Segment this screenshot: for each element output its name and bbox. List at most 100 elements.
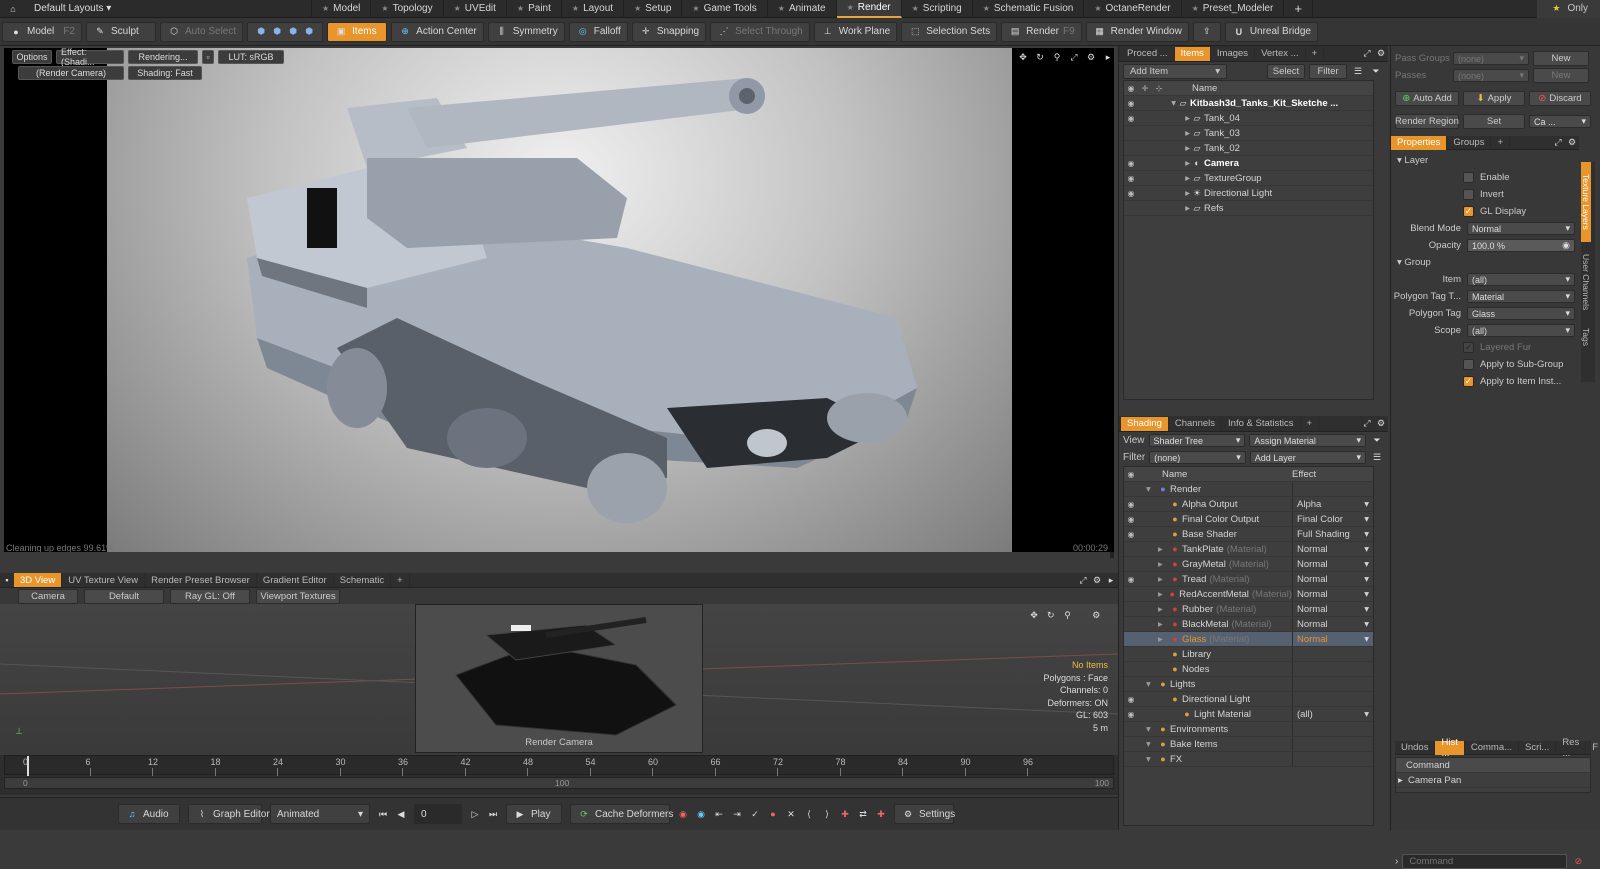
tab-items[interactable]: Items: [1174, 46, 1211, 61]
visibility-eye-icon[interactable]: ◉: [1124, 174, 1138, 183]
discard-button[interactable]: ⊘ Discard: [1529, 91, 1591, 106]
enable-checkbox[interactable]: [1463, 172, 1474, 183]
expand-icon[interactable]: ▸: [1158, 604, 1168, 615]
viewport-textures-button[interactable]: Viewport Textures: [256, 588, 340, 604]
command-stop-icon[interactable]: ⊘: [1571, 855, 1585, 869]
item-row-tank-02[interactable]: ▸ ▱ Tank_02: [1124, 141, 1373, 156]
effect-cell[interactable]: Normal ▾: [1292, 602, 1373, 616]
layered-fur-checkbox[interactable]: ✓: [1463, 342, 1474, 353]
side-tab-user-channels[interactable]: User Channels: [1581, 242, 1591, 322]
shader-row-redaccentmetal[interactable]: ▸ ● RedAccentMetal (Material) Normal ▾: [1124, 587, 1373, 602]
item-row-camera[interactable]: ◉ ▸ ◐ Camera: [1124, 156, 1373, 171]
expand-icon[interactable]: ▸: [1158, 574, 1168, 585]
visibility-eye-icon[interactable]: ◉: [1124, 189, 1138, 198]
apply-subgroup-checkbox[interactable]: [1463, 359, 1474, 370]
items-add-tab[interactable]: +: [1306, 46, 1325, 61]
passes-dropdown[interactable]: (none) ▾: [1453, 69, 1529, 82]
visibility-eye-icon[interactable]: ◉: [1124, 500, 1138, 509]
visibility-eye-icon[interactable]: ◉: [1124, 695, 1138, 704]
shading-gear-icon[interactable]: ⚙: [1374, 417, 1388, 431]
auto-add-button[interactable]: ⊕ Auto Add: [1395, 91, 1459, 106]
shading-maximize-icon[interactable]: ⤢: [1360, 417, 1374, 431]
work-plane-button[interactable]: ⊥ Work Plane: [813, 21, 898, 42]
render-region-set-button[interactable]: Set: [1463, 114, 1525, 129]
shading-funnel-icon[interactable]: ⏷: [1370, 434, 1384, 448]
shader-row-fx[interactable]: ▾ ● FX: [1124, 752, 1373, 767]
tab-3d-view[interactable]: 3D View: [14, 573, 63, 587]
shader-row-blackmetal[interactable]: ▸ ● BlackMetal (Material) Normal ▾: [1124, 617, 1373, 632]
tab-proced[interactable]: Proced ...: [1121, 46, 1175, 61]
camera-dropdown[interactable]: Ca ... ▾: [1529, 115, 1591, 128]
layout-dropdown[interactable]: Default Layouts ▾: [34, 3, 111, 14]
add-item-dropdown[interactable]: Add Item ▾: [1123, 63, 1227, 79]
expand-icon[interactable]: ▾: [1146, 724, 1156, 735]
render-extra-button[interactable]: ⇪: [1192, 21, 1221, 42]
shader-row-rubber[interactable]: ▸ ● Rubber (Material) Normal ▾: [1124, 602, 1373, 617]
add-tab-button[interactable]: +: [1284, 0, 1313, 18]
effect-cell[interactable]: Normal ▾: [1292, 557, 1373, 571]
home-icon[interactable]: ⌂: [6, 2, 20, 16]
settings-button[interactable]: ⚙ Settings: [894, 804, 955, 824]
workspace-tab-model[interactable]: ★ Model: [312, 0, 372, 18]
shading-options-icon[interactable]: ☰: [1370, 451, 1384, 465]
key-add-icon[interactable]: ✚: [838, 807, 852, 821]
shader-row-light-material[interactable]: ◉ ● Light Material (all) ▾: [1124, 707, 1373, 722]
key-red-icon[interactable]: ◉: [676, 807, 690, 821]
side-tab-texture-layers[interactable]: Texture Layers: [1581, 162, 1591, 242]
vertex-mode-icon[interactable]: ⬢: [254, 25, 268, 39]
visibility-eye-icon[interactable]: ◉: [1124, 710, 1138, 719]
opacity-link-icon[interactable]: ◉: [1562, 240, 1570, 251]
viewport-shading-dropdown[interactable]: Shading: Fast: [128, 66, 202, 80]
visibility-eye-icon[interactable]: ◉: [1124, 114, 1138, 123]
shader-row-tread[interactable]: ◉ ▸ ● Tread (Material) Normal ▾: [1124, 572, 1373, 587]
graph-editor-button[interactable]: ⌇ Graph Editor: [188, 804, 270, 824]
tab-schematic[interactable]: Schematic: [334, 573, 392, 587]
raygl-button[interactable]: Ray GL: Off: [170, 588, 250, 604]
viewport-effect-dropdown[interactable]: Effect: (Shadi...: [56, 47, 124, 67]
panel-menu-icon[interactable]: ▪: [0, 573, 14, 587]
record-icon[interactable]: ●: [766, 807, 780, 821]
expand-icon[interactable]: ▾: [1146, 739, 1156, 750]
lower-maximize-icon[interactable]: ⤢: [1076, 573, 1090, 587]
viewport-rendering-dropdown[interactable]: Rendering...: [128, 50, 198, 64]
expand-icon[interactable]: ▾: [1146, 754, 1156, 765]
lower-gear-icon[interactable]: ⚙: [1090, 573, 1104, 587]
effect-cell[interactable]: Normal ▾: [1292, 542, 1373, 556]
item-row-directional-light[interactable]: ◉ ▸ ☀ Directional Light: [1124, 186, 1373, 201]
opacity-field[interactable]: 100.0 % ◉: [1467, 239, 1575, 252]
scope-dropdown[interactable]: (all) ▾: [1467, 324, 1575, 337]
apply-item-checkbox[interactable]: ✓: [1463, 376, 1474, 387]
pass-groups-dropdown[interactable]: (none) ▾: [1453, 52, 1529, 65]
shader-row-alpha-output[interactable]: ◉ ● Alpha Output Alpha ▾: [1124, 497, 1373, 512]
tab-gradient-editor[interactable]: Gradient Editor: [257, 573, 334, 587]
history-tab-scri[interactable]: Scri...: [1519, 740, 1557, 755]
shader-row-render[interactable]: ▾ ● Render: [1124, 482, 1373, 497]
funnel-icon[interactable]: ⏷: [1369, 64, 1383, 78]
history-row-camera-pan[interactable]: ▸ Camera Pan: [1396, 773, 1590, 788]
lower-rotate-icon[interactable]: ↻: [1044, 608, 1058, 622]
item-row-refs[interactable]: ▸ ▱ Refs: [1124, 201, 1373, 216]
key-blue-icon[interactable]: ◉: [694, 807, 708, 821]
tab-groups[interactable]: Groups: [1447, 135, 1492, 150]
play-button[interactable]: ▶ Play: [506, 804, 562, 824]
shader-row-base-shader[interactable]: ◉ ● Base Shader Full Shading ▾: [1124, 527, 1373, 542]
timeline-ruler[interactable]: 0 6 12 18 24 30 36 42 48 54 60 66 72 78 84 90 96: [4, 755, 1114, 776]
shader-row-directional-light[interactable]: ◉ ● Directional Light: [1124, 692, 1373, 707]
frame-input[interactable]: 0: [414, 804, 462, 824]
expand-icon[interactable]: ▸: [1158, 619, 1168, 630]
shader-row-final-color-output[interactable]: ◉ ● Final Color Output Final Color ▾: [1124, 512, 1373, 527]
pass-groups-new-button[interactable]: New: [1533, 51, 1589, 66]
effect-cell[interactable]: Normal ▾: [1292, 587, 1373, 601]
expand-icon[interactable]: ▾: [1146, 679, 1156, 690]
effect-cell[interactable]: (all) ▾: [1292, 707, 1373, 721]
visibility-eye-icon[interactable]: ◉: [1124, 530, 1138, 539]
shading-filter-dropdown[interactable]: (none) ▾: [1149, 451, 1246, 464]
workspace-tab-schematic-fusion[interactable]: ★ Schematic Fusion: [973, 0, 1085, 18]
lower-zoom-icon[interactable]: ⚲: [1061, 608, 1075, 622]
select-through-button[interactable]: ⋰ Select Through: [710, 21, 810, 42]
tab-properties[interactable]: Properties: [1391, 135, 1448, 150]
layer-section-header[interactable]: ▾ Layer: [1391, 152, 1579, 169]
model-mode-button[interactable]: ● Model F2: [2, 21, 82, 42]
play-arrow-icon[interactable]: ▸: [1101, 50, 1115, 64]
items-maximize-icon[interactable]: ⤢: [1360, 47, 1374, 61]
